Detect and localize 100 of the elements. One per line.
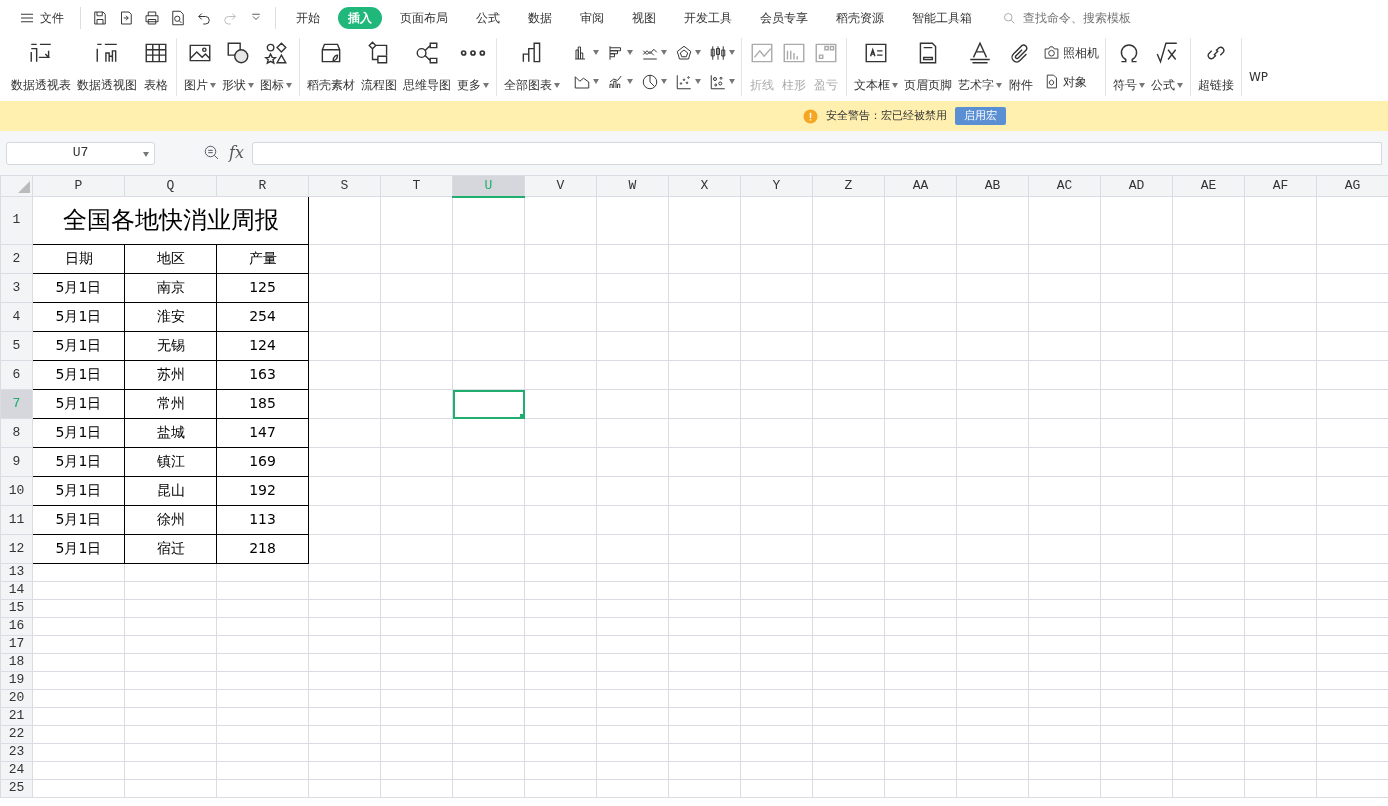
caret-icon (627, 50, 633, 55)
row-header[interactable]: 12 (0, 534, 33, 564)
name-box[interactable]: U7 (6, 141, 155, 165)
column-header[interactable]: AF (1244, 175, 1317, 197)
table-cell: 113 (216, 505, 309, 535)
column-header[interactable]: P (32, 175, 125, 197)
column-header[interactable]: R (216, 175, 309, 197)
mind-map-icon (414, 40, 440, 66)
word-art-icon (967, 40, 993, 66)
table-cell: 185 (216, 389, 309, 419)
ribbon-button[interactable]: 照相机 (1041, 42, 1101, 63)
table-cell: 5月1日 (32, 360, 125, 390)
column-header[interactable]: Y (740, 175, 813, 197)
table-cell: 苏州 (124, 360, 217, 390)
ribbon-tab[interactable]: 开发工具 (674, 7, 742, 29)
column-header[interactable]: Q (124, 175, 217, 197)
search-field[interactable]: 查找命令、搜索模板 (1002, 8, 1161, 28)
ribbon-button[interactable]: 文本框 (851, 38, 901, 96)
ribbon-button[interactable]: 超链接 (1195, 38, 1237, 96)
title-cell: 全国各地快消业周报 (32, 196, 309, 245)
table-cell: 南京 (124, 273, 217, 303)
zoom-icon[interactable] (203, 144, 221, 162)
table-cell: 地区 (124, 244, 217, 274)
formula-input[interactable] (251, 141, 1382, 165)
warning-icon (802, 108, 818, 124)
column-header[interactable]: AG (1316, 175, 1388, 197)
column-header[interactable]: AC (1028, 175, 1101, 197)
ribbon-button[interactable]: 页眉页脚 (901, 38, 955, 96)
ribbon-button[interactable]: 附件 (1005, 38, 1037, 96)
caret-icon (210, 82, 216, 88)
ribbon-button[interactable]: 数据透视表 (8, 38, 74, 96)
column-header[interactable]: T (380, 175, 453, 197)
ribbon-button[interactable]: 对象 (1041, 71, 1101, 92)
row-header[interactable]: 10 (0, 476, 33, 506)
row-header[interactable]: 8 (0, 418, 33, 448)
ribbon-button[interactable]: 图片 (181, 38, 219, 96)
ribbon-button[interactable]: 表格 (140, 38, 172, 96)
caret-icon (593, 50, 599, 55)
row-header[interactable]: 2 (0, 244, 33, 274)
row-header[interactable]: 11 (0, 505, 33, 535)
caret-icon (695, 50, 701, 55)
caret-icon (554, 82, 560, 88)
caret-icon (143, 151, 149, 157)
ribbon-button[interactable]: 全部图表 (501, 38, 563, 96)
function-label[interactable]: fx (229, 141, 244, 165)
ribbon-tab[interactable]: 智能工具箱 (902, 7, 982, 29)
print-preview-icon[interactable] (169, 9, 187, 27)
table-cell: 常州 (124, 389, 217, 419)
column-header[interactable]: AD (1100, 175, 1173, 197)
ribbon-button[interactable]: 符号 (1110, 38, 1148, 96)
ribbon-tab[interactable]: 视图 (622, 7, 666, 29)
ribbon-tab[interactable]: 稻壳资源 (826, 7, 894, 29)
table-cell: 产量 (216, 244, 309, 274)
caret-icon (729, 50, 735, 55)
table-cell: 169 (216, 447, 309, 477)
caret-icon (996, 82, 1002, 88)
column-header[interactable]: S (308, 175, 381, 197)
ribbon-button[interactable]: 艺术字 (955, 38, 1005, 96)
ribbon-tab[interactable]: 页面布局 (390, 7, 458, 29)
column-header[interactable]: Z (812, 175, 885, 197)
ribbon-button[interactable]: 数据透视图 (74, 38, 140, 96)
column-header[interactable]: AE (1172, 175, 1245, 197)
row-header[interactable]: 5 (0, 331, 33, 361)
ribbon-button[interactable]: 图标 (257, 38, 295, 96)
save-icon[interactable] (91, 9, 109, 27)
ribbon-button[interactable]: WP (1246, 38, 1272, 96)
active-cell[interactable] (452, 389, 525, 419)
ribbon-button[interactable]: 公式 (1148, 38, 1186, 96)
ribbon-button[interactable]: 流程图 (358, 38, 400, 96)
ribbon-button[interactable]: 思维导图 (400, 38, 454, 96)
column-header[interactable]: W (596, 175, 669, 197)
row-header[interactable]: 4 (0, 302, 33, 332)
row-header[interactable]: 3 (0, 273, 33, 303)
print-icon[interactable] (143, 9, 161, 27)
camera-icon (1043, 44, 1060, 61)
caret-icon (661, 79, 667, 84)
row-header[interactable]: 1 (0, 196, 33, 245)
ribbon-button[interactable]: 更多 (454, 38, 492, 96)
ribbon-tab[interactable]: 开始 (286, 7, 330, 29)
ribbon-tab[interactable]: 审阅 (570, 7, 614, 29)
ribbon-button[interactable]: 稻壳素材 (304, 38, 358, 96)
column-header[interactable]: AA (884, 175, 957, 197)
file-menu-button[interactable]: 文件 (8, 7, 74, 29)
column-header[interactable]: X (668, 175, 741, 197)
column-header[interactable]: V (524, 175, 597, 197)
pie-chart-icon (641, 72, 659, 91)
column-header[interactable]: AB (956, 175, 1029, 197)
square-root-icon (1154, 40, 1180, 66)
row-header[interactable]: 6 (0, 360, 33, 390)
table-cell: 5月1日 (32, 505, 125, 535)
search-icon (1002, 10, 1017, 26)
ribbon-tab[interactable]: 会员专享 (750, 7, 818, 29)
caret-icon (1139, 82, 1145, 88)
table-cell: 5月1日 (32, 447, 125, 477)
ribbon-button[interactable]: 形状 (219, 38, 257, 96)
ribbon-tab[interactable]: 数据 (518, 7, 562, 29)
ribbon-tab[interactable]: 公式 (466, 7, 510, 29)
table-cell: 昆山 (124, 476, 217, 506)
table-cell: 5月1日 (32, 302, 125, 332)
row-header[interactable]: 9 (0, 447, 33, 477)
